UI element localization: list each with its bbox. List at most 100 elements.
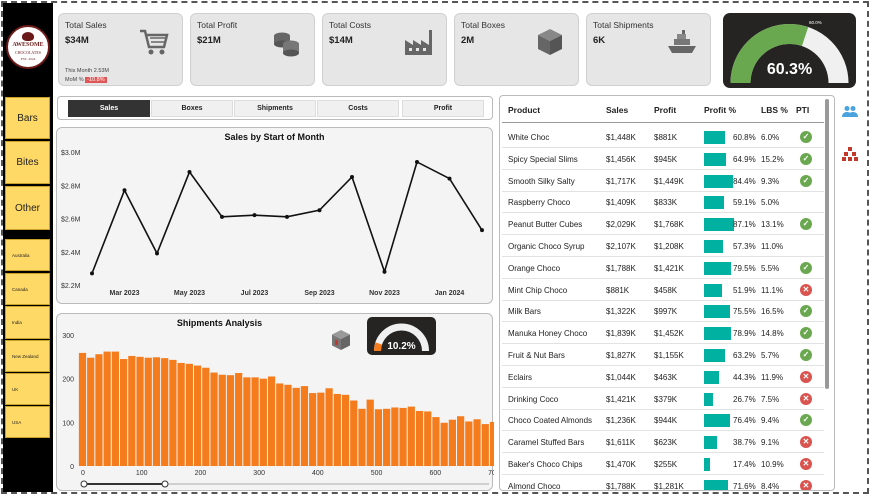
shipment-bar xyxy=(251,377,259,466)
table-row[interactable]: Mint Chip Choco $881K $458K 51.9% 11.1% ✕ xyxy=(502,280,824,301)
cross-icon: ✕ xyxy=(800,479,812,490)
tab-sales[interactable]: Sales xyxy=(68,100,150,117)
people-icon[interactable] xyxy=(842,105,858,119)
hierarchy-icon[interactable] xyxy=(842,147,858,161)
cell-product: Raspberry Choco xyxy=(508,198,571,208)
shipment-bar xyxy=(78,352,87,466)
country-new-zealand-button[interactable]: New Zealand xyxy=(5,340,50,372)
y-tick-label: $2.4M xyxy=(61,250,81,257)
cell-lbs-pct: 8.4% xyxy=(761,481,780,491)
col-profit[interactable]: Profit xyxy=(654,105,676,115)
cell-product: White Choc xyxy=(508,133,550,142)
cell-profit: $997K xyxy=(654,307,678,317)
range-slider-handle-start[interactable] xyxy=(80,480,88,488)
table-row[interactable]: Smooth Silky Salty $1,717K $1,449K 84.4% 9.3… xyxy=(502,171,824,192)
profit-pct-bar xyxy=(704,218,734,232)
shipment-bar xyxy=(424,411,432,466)
cell-profit: $1,421K xyxy=(654,263,684,273)
logo-line1: AWESOME xyxy=(12,41,44,48)
cell-sales: $1,044K xyxy=(606,372,636,382)
check-icon: ✓ xyxy=(800,174,812,187)
table-row[interactable]: White Choc $1,448K $881K 60.8% 6.0% ✓ xyxy=(502,127,824,148)
nav-other-button[interactable]: Other xyxy=(5,186,50,230)
country-usa-button[interactable]: USA xyxy=(5,406,50,438)
tab-boxes[interactable]: Boxes xyxy=(151,100,233,117)
table-row[interactable]: Peanut Butter Cubes $2,029K $1,768K 87.1% 13… xyxy=(502,214,824,236)
table-scrollbar[interactable] xyxy=(825,99,829,389)
table-row[interactable]: Organic Choco Syrup $2,107K $1,208K 57.3% 11… xyxy=(502,236,824,257)
y-tick-label: $2.2M xyxy=(61,283,81,290)
kpi-total-sales: Total Sales $34M This Month 2.53M MoM % … xyxy=(58,13,183,86)
shipment-bar xyxy=(284,384,292,466)
profit-pct-bar xyxy=(704,131,725,144)
sales-point xyxy=(155,251,159,256)
table-row[interactable]: Caramel Stuffed Bars $1,611K $623K 38.7% 9.1… xyxy=(502,432,824,454)
cell-sales: $1,470K xyxy=(606,460,636,469)
table-row[interactable]: Milk Bars $1,322K $997K 75.5% 16.5% ✓ xyxy=(502,301,824,323)
tab-shipments[interactable]: Shipments xyxy=(234,100,316,117)
col-sales[interactable]: Sales xyxy=(606,105,628,115)
x-tick-label: Mar 2023 xyxy=(110,290,140,297)
cell-product: Manuka Honey Choco xyxy=(508,329,588,339)
table-row[interactable]: Almond Choco $1,788K $1,281K 71.6% 8.4% ✕ xyxy=(502,476,824,491)
shipment-bar xyxy=(432,417,440,466)
table-row[interactable]: Baker's Choco Chips $1,470K $255K 17.4% 10.9… xyxy=(502,454,824,475)
table-row[interactable]: Eclairs $1,044K $463K 44.3% 11.9% ✕ xyxy=(502,367,824,388)
x-tick-label: 400 xyxy=(312,470,324,477)
table-row[interactable]: Fruit & Nut Bars $1,827K $1,155K 63.2% 5.7% ✓ xyxy=(502,345,824,366)
shipment-bar xyxy=(333,393,341,466)
cell-sales: $1,717K xyxy=(606,176,636,186)
table-row[interactable]: Manuka Honey Choco $1,839K $1,452K 78.9% 14.… xyxy=(502,323,824,345)
col-lbs-pct[interactable]: LBS % xyxy=(761,105,788,115)
x-tick-label: 500 xyxy=(371,470,383,477)
shipment-bar xyxy=(383,408,391,466)
cell-profit-pct: 51.9% xyxy=(733,285,756,295)
x-tick-label: 0 xyxy=(81,470,85,477)
shipment-bar xyxy=(226,375,235,466)
nav-bites-button[interactable]: Bites xyxy=(5,141,50,184)
profit-pct-bar xyxy=(704,479,729,490)
shipment-bar xyxy=(202,367,210,466)
x-tick-label: Jul 2023 xyxy=(241,290,269,297)
range-slider-handle-end[interactable] xyxy=(161,480,169,488)
country-australia-button[interactable]: Australia xyxy=(5,239,50,271)
table-row[interactable]: Drinking Coco $1,421K $379K 26.7% 7.5% ✕ xyxy=(502,389,824,410)
table-row[interactable]: Spicy Special Slims $1,456K $945K 64.9% 15.2… xyxy=(502,149,824,170)
table-row[interactable]: Raspberry Choco $1,409K $833K 59.1% 5.0% xyxy=(502,192,824,214)
tab-profit[interactable]: Profit xyxy=(402,100,484,117)
country-uk-button[interactable]: UK xyxy=(5,373,50,405)
shipments-gauge-card: 10.2% xyxy=(367,317,436,355)
nav-bars-button[interactable]: Bars xyxy=(5,97,50,139)
cell-profit-pct: 44.3% xyxy=(733,372,756,382)
y-tick-label: $2.6M xyxy=(61,217,81,224)
cross-icon: ✕ xyxy=(800,458,812,470)
cell-profit-pct: 87.1% xyxy=(733,220,756,230)
col-product[interactable]: Product xyxy=(508,105,540,115)
shipment-bar xyxy=(300,386,309,466)
shipment-bar xyxy=(366,399,374,466)
profit-pct-bar xyxy=(704,327,731,341)
shipment-bar xyxy=(358,408,366,466)
cell-profit-pct: 59.1% xyxy=(733,198,756,208)
shipment-bar xyxy=(235,372,243,466)
cell-profit-pct: 63.2% xyxy=(733,351,756,360)
table-row[interactable]: Orange Choco $1,788K $1,421K 79.5% 5.5% ✓ xyxy=(502,258,824,279)
cell-lbs-pct: 5.0% xyxy=(761,198,780,208)
country-canada-button[interactable]: Canada xyxy=(5,273,50,305)
shipment-bar xyxy=(317,392,325,466)
cell-profit: $1,281K xyxy=(654,481,684,491)
tab-costs[interactable]: Costs xyxy=(317,100,399,117)
product-table: Product Sales Profit Profit % LBS % PTI … xyxy=(499,95,835,491)
x-tick-label: 700 xyxy=(488,470,494,477)
check-icon: ✓ xyxy=(800,327,812,340)
sales-point xyxy=(90,271,94,276)
cell-profit: $623K xyxy=(654,438,678,448)
sales-point xyxy=(447,176,452,181)
col-pti[interactable]: PTI xyxy=(796,105,809,115)
table-row[interactable]: Choco Coated Almonds $1,236K $944K 76.4% 9.4… xyxy=(502,410,824,432)
sales-point xyxy=(122,188,127,193)
shipment-bar xyxy=(87,357,95,466)
cell-profit: $1,768K xyxy=(654,220,684,230)
col-profit-pct[interactable]: Profit % xyxy=(704,105,736,115)
box-icon xyxy=(538,29,562,55)
